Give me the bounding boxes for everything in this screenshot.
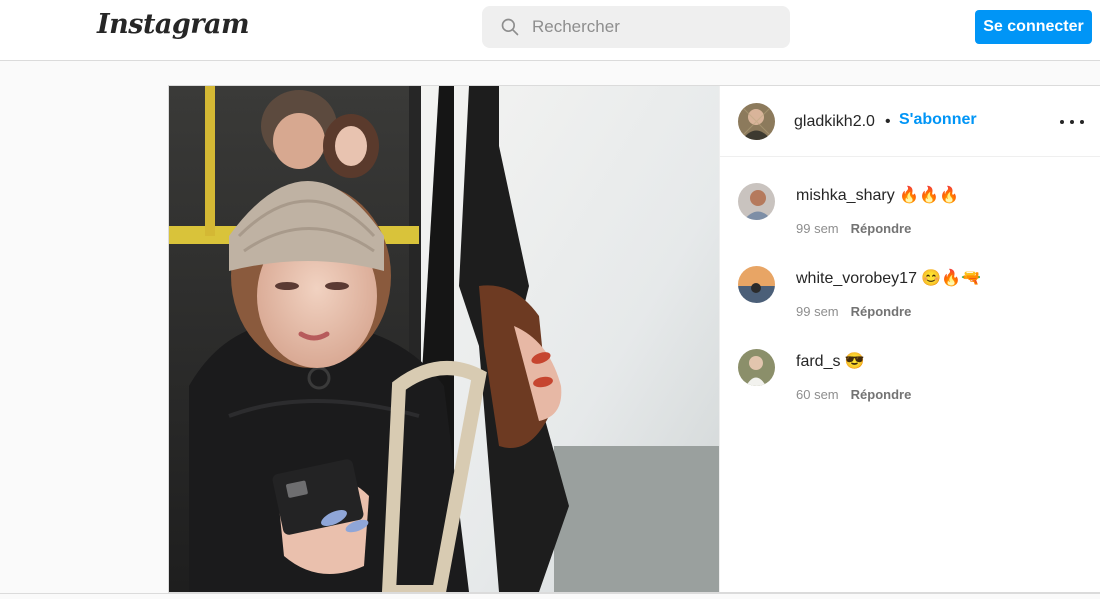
post-photo[interactable] bbox=[169, 86, 719, 592]
commenter-avatar[interactable] bbox=[738, 349, 775, 386]
instagram-logo[interactable]: Instagram bbox=[97, 9, 250, 40]
comment-body: 😎 bbox=[844, 353, 865, 370]
post-photo-image bbox=[169, 86, 719, 592]
commenter-avatar-image bbox=[738, 349, 775, 386]
comment-time[interactable]: 60 sem bbox=[796, 387, 839, 402]
commenter-avatar[interactable] bbox=[738, 183, 775, 220]
commenter-avatar[interactable] bbox=[738, 266, 775, 303]
search-input[interactable]: Rechercher bbox=[532, 17, 620, 37]
search-icon bbox=[501, 18, 519, 36]
comment-text: fard_s 😎 bbox=[796, 351, 865, 371]
post-sidebar: gladkikh2.0 • S'abonner mishka_shary 🔥🔥🔥… bbox=[719, 86, 1100, 592]
reply-button[interactable]: Répondre bbox=[851, 387, 912, 402]
comment-body: 🔥🔥🔥 bbox=[899, 187, 959, 204]
comment-text: white_vorobey17 😊🔥🔫 bbox=[796, 268, 981, 288]
search-box[interactable]: Rechercher bbox=[482, 6, 790, 48]
more-options-icon[interactable] bbox=[1060, 112, 1084, 132]
comment-item: white_vorobey17 😊🔥🔫 99 sem Répondre bbox=[738, 266, 1088, 336]
comment-username[interactable]: fard_s bbox=[796, 353, 840, 370]
comment-username[interactable]: white_vorobey17 bbox=[796, 270, 917, 287]
comment-item: fard_s 😎 60 sem Répondre bbox=[738, 349, 1088, 419]
comment-text: mishka_shary 🔥🔥🔥 bbox=[796, 185, 959, 205]
reply-button[interactable]: Répondre bbox=[851, 304, 912, 319]
separator-dot: • bbox=[885, 113, 891, 130]
author-avatar[interactable] bbox=[738, 103, 775, 140]
comment-meta: 99 sem Répondre bbox=[796, 221, 911, 236]
top-navigation-bar: Instagram Rechercher Se connecter bbox=[0, 0, 1100, 61]
follow-button[interactable]: S'abonner bbox=[899, 111, 977, 129]
footer-divider bbox=[0, 593, 1100, 594]
comment-body: 😊🔥🔫 bbox=[921, 270, 982, 287]
post-header: gladkikh2.0 • S'abonner bbox=[720, 86, 1100, 157]
comment-time[interactable]: 99 sem bbox=[796, 221, 839, 236]
comment-username[interactable]: mishka_shary bbox=[796, 187, 895, 204]
post-container: gladkikh2.0 • S'abonner mishka_shary 🔥🔥🔥… bbox=[168, 85, 1100, 593]
comment-meta: 60 sem Répondre bbox=[796, 387, 911, 402]
author-avatar-image bbox=[738, 103, 775, 140]
comment-item: mishka_shary 🔥🔥🔥 99 sem Répondre bbox=[738, 183, 1088, 253]
login-button[interactable]: Se connecter bbox=[975, 10, 1092, 44]
comment-meta: 99 sem Répondre bbox=[796, 304, 911, 319]
reply-button[interactable]: Répondre bbox=[851, 221, 912, 236]
author-username[interactable]: gladkikh2.0 bbox=[794, 113, 875, 131]
commenter-avatar-image bbox=[738, 183, 775, 220]
comment-time[interactable]: 99 sem bbox=[796, 304, 839, 319]
commenter-avatar-image bbox=[738, 266, 775, 303]
